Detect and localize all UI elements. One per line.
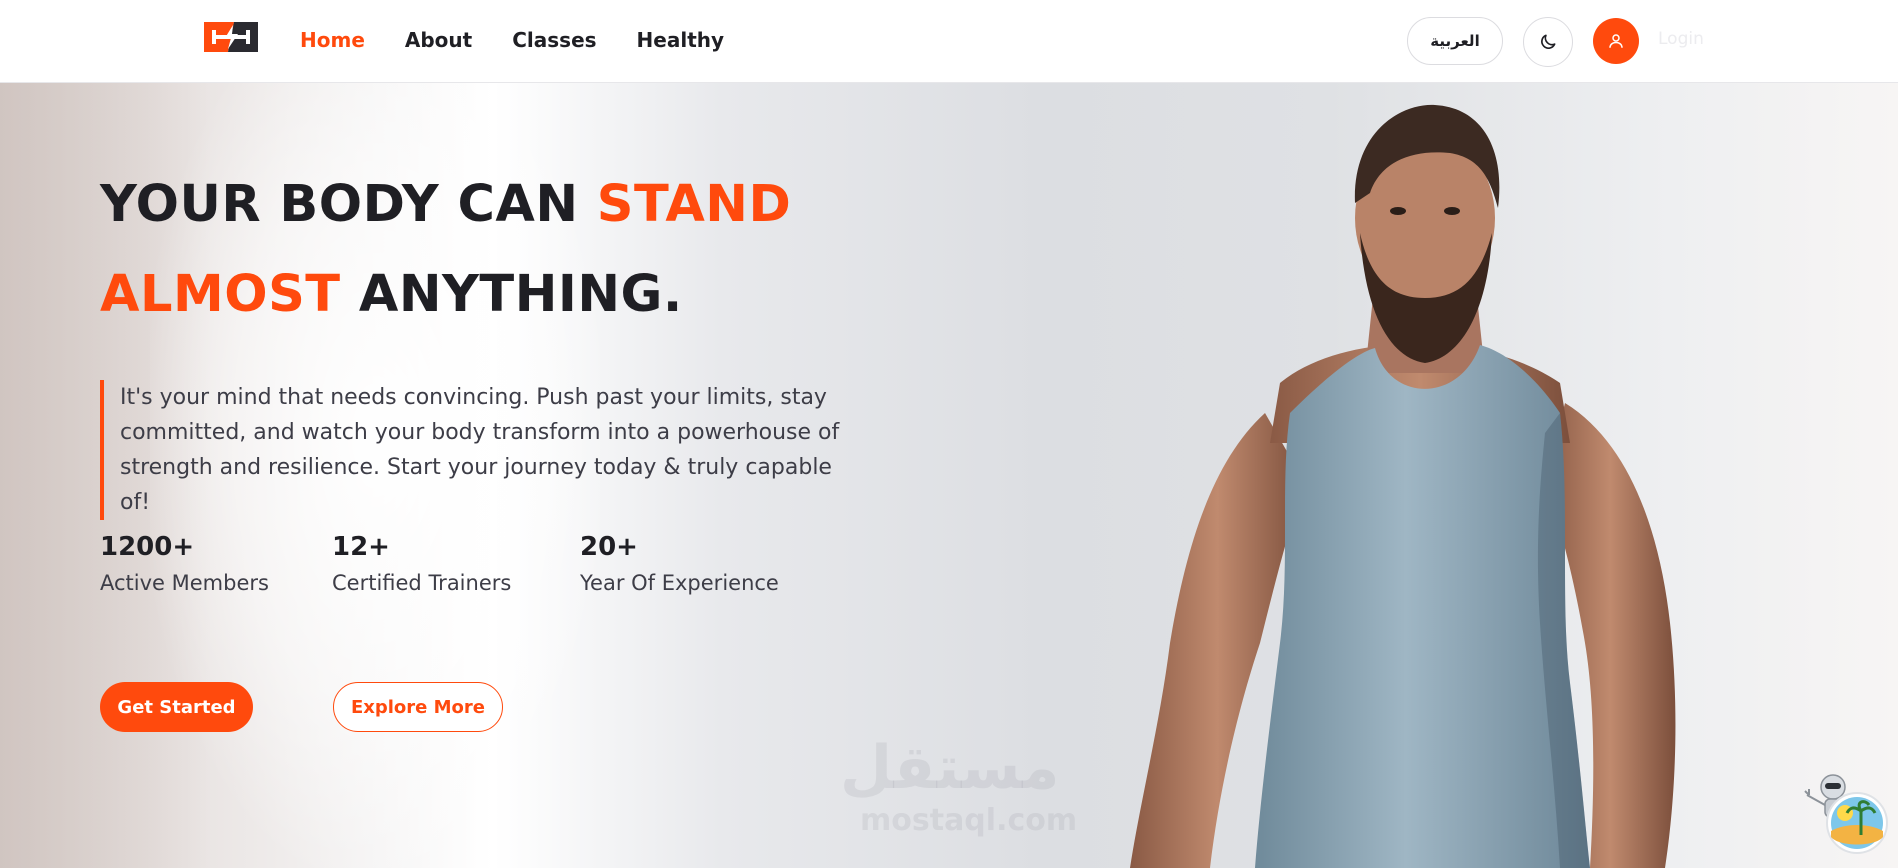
athlete-image [1130,104,1676,868]
top-navbar: Home About Classes Healthy العربية Login [0,0,1898,83]
headline-accent-2: ALMOST [100,265,341,324]
user-account-button[interactable] [1593,18,1639,64]
watermark-latin: mostaql.com [860,803,1078,838]
hero-description: It's your mind that needs convincing. Pu… [100,380,860,520]
headline-text-2: ANYTHING. [340,265,683,324]
stat-years-experience: 20+ Year Of Experience [580,530,779,595]
explore-more-button[interactable]: Explore More [333,682,503,732]
watermark-arabic: مستقل [840,733,1060,803]
stat-value: 12+ [332,532,390,562]
user-icon [1609,34,1623,48]
theme-toggle-button[interactable] [1523,17,1573,67]
get-started-button[interactable]: Get Started [100,682,253,732]
nav-healthy[interactable]: Healthy [637,28,725,52]
stat-label: Year Of Experience [580,571,779,595]
hero-headline: YOUR BODY CAN STAND ALMOST ANYTHING. [100,160,791,340]
stat-value: 1200+ [100,532,195,562]
main-nav: Home About Classes Healthy [300,0,724,80]
language-button[interactable]: العربية [1407,17,1503,65]
stat-label: Certified Trainers [332,571,512,595]
stat-value: 20+ [580,532,638,562]
nav-about[interactable]: About [405,28,472,52]
headline-accent-1: STAND [596,175,792,234]
moon-icon [1541,34,1556,49]
robot-assistant-icon[interactable] [1795,765,1891,857]
nav-home[interactable]: Home [300,28,365,52]
stat-certified-trainers: 12+ Certified Trainers [332,530,511,595]
stat-active-members: 1200+ Active Members [100,530,269,595]
gym-logo[interactable] [204,19,258,55]
login-link[interactable]: Login [1658,29,1704,49]
stat-label: Active Members [100,571,269,595]
headline-text-1: YOUR BODY CAN [100,175,597,234]
nav-classes[interactable]: Classes [512,28,596,52]
